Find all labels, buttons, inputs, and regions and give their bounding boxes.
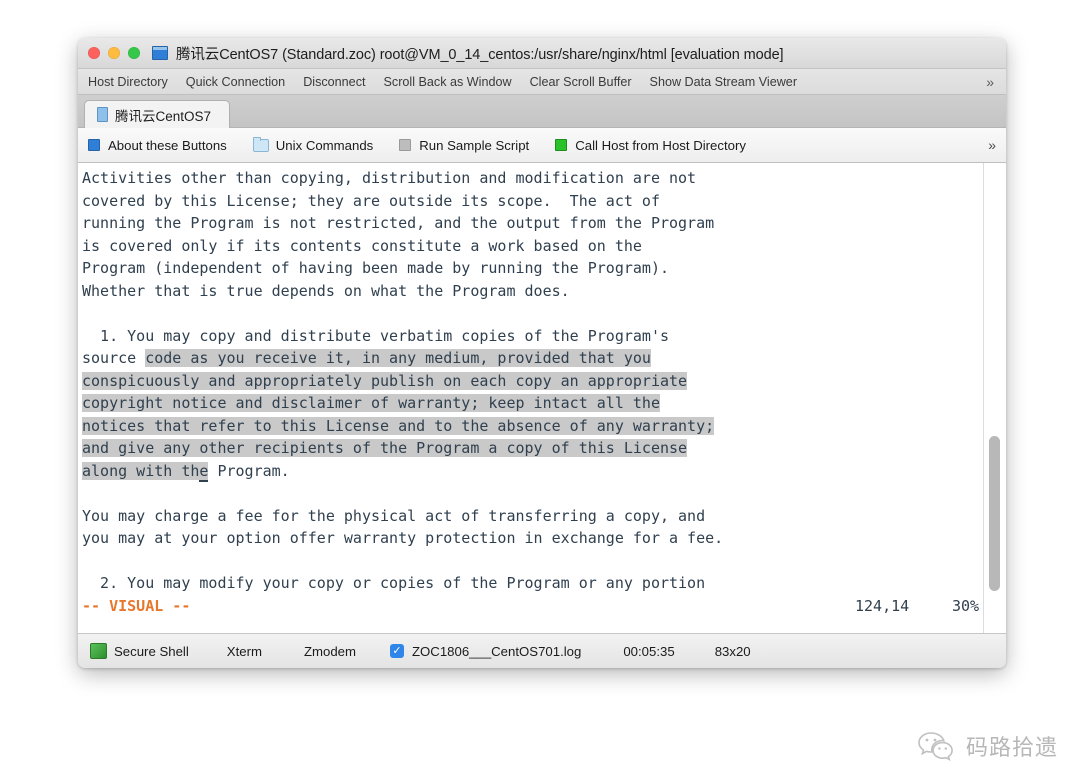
button-label: About these Buttons — [108, 137, 227, 153]
scrollbar-thumb[interactable] — [989, 435, 1000, 591]
green-square-icon — [555, 139, 568, 151]
menu-item-quick-connection[interactable]: Quick Connection — [186, 75, 285, 89]
tab-tencent-centos7[interactable]: 腾讯云CentOS7 — [84, 100, 231, 128]
terminal-line: and give any other recipients of the Pro… — [80, 437, 983, 460]
tab-label: 腾讯云CentOS7 — [115, 108, 212, 124]
terminal-line: Program (independent of having been made… — [80, 257, 983, 280]
terminal-selected-text: conspicuously and appropriately publish … — [82, 371, 688, 390]
terminal-text: Whether that is true depends on what the… — [82, 281, 570, 300]
wechat-icon — [918, 732, 953, 762]
status-elapsed-time: 00:05:35 — [623, 643, 675, 659]
secure-shell-icon — [90, 641, 110, 659]
status-secure-shell[interactable]: Secure Shell — [90, 641, 189, 659]
terminal-text: source — [82, 349, 146, 367]
terminal-selected-text: notices that refer to this License and t… — [82, 416, 715, 435]
terminal-text: Program (independent of having been made… — [82, 259, 669, 277]
menu-bar: Host Directory Quick Connection Disconne… — [78, 69, 1006, 95]
terminal-line: You may charge a fee for the physical ac… — [80, 505, 983, 528]
close-button[interactable] — [88, 47, 100, 59]
vim-cursor-position: 124,14 — [855, 596, 910, 615]
watermark: 码路拾遗 — [917, 730, 1058, 762]
menu-item-host-directory[interactable]: Host Directory — [88, 75, 168, 89]
menu-item-clear-scroll-buffer[interactable]: Clear Scroll Buffer — [530, 75, 632, 89]
blue-square-icon — [88, 139, 100, 151]
gray-square-icon — [399, 139, 412, 151]
zoom-button[interactable] — [128, 47, 140, 59]
terminal-text: You may charge a fee for the physical ac… — [82, 506, 706, 525]
terminal-text: Program. — [208, 461, 290, 480]
button-call-host-from-host-directory[interactable]: Call Host from Host Directory — [555, 138, 746, 153]
window-title: 腾讯云CentOS7 (Standard.zoc) root@VM_0_14_c… — [176, 46, 784, 63]
terminal-scrollbar[interactable] — [983, 163, 1006, 633]
terminal-line: 1. You may copy and distribute verbatim … — [80, 325, 983, 348]
button-overflow-chevron-icon[interactable]: » — [988, 137, 996, 153]
button-label: Call Host from Host Directory — [575, 137, 746, 153]
tab-strip: 腾讯云CentOS7 — [78, 95, 1006, 128]
status-logfile[interactable]: ✓ ZOC1806___CentOS701.log — [389, 643, 582, 659]
minimize-button[interactable] — [108, 47, 120, 59]
terminal-window: 腾讯云CentOS7 (Standard.zoc) root@VM_0_14_c… — [78, 38, 1006, 668]
window-controls — [88, 47, 140, 59]
terminal-text: 1. You may copy and distribute verbatim … — [82, 326, 669, 345]
watermark-text: 码路拾遗 — [965, 736, 1058, 761]
terminal-text: Activities other than copying, distribut… — [82, 169, 697, 187]
terminal-line: is covered only if its contents constitu… — [80, 235, 983, 258]
status-logfile-name: ZOC1806___CentOS701.log — [411, 643, 582, 659]
terminal-text: covered by this License; they are outsid… — [82, 191, 660, 210]
terminal-line: you may at your option offer warranty pr… — [80, 527, 983, 550]
logging-checkbox[interactable]: ✓ — [389, 644, 404, 658]
tab-session-icon — [97, 107, 108, 122]
button-label: Run Sample Script — [419, 137, 530, 153]
terminal-area: Activities other than copying, distribut… — [78, 163, 1006, 634]
menu-overflow-chevron-icon[interactable]: » — [986, 74, 996, 90]
button-unix-commands[interactable]: Unix Commands — [252, 136, 374, 153]
terminal-line: Activities other than copying, distribut… — [80, 167, 983, 190]
terminal-output[interactable]: Activities other than copying, distribut… — [78, 163, 983, 633]
folder-icon — [252, 136, 269, 152]
status-emulation[interactable]: Xterm — [227, 644, 262, 659]
terminal-selected-text: code as you receive it, in any medium, p… — [145, 349, 651, 367]
button-bar: About these Buttons Unix Commands Run Sa… — [78, 128, 1006, 163]
button-label: Unix Commands — [275, 137, 374, 153]
terminal-line: running the Program is not restricted, a… — [80, 212, 983, 235]
status-bar: Secure Shell Xterm Zmodem ✓ ZOC1806___Ce… — [78, 634, 1006, 668]
terminal-text: you may at your option offer warranty pr… — [82, 529, 724, 547]
terminal-line: Whether that is true depends on what the… — [80, 280, 983, 303]
vim-scroll-percent: 30% — [952, 596, 980, 615]
terminal-line: along with the Program. — [80, 460, 983, 483]
terminal-text: 2. You may modify your copy or copies of… — [82, 574, 706, 592]
button-about-these-buttons[interactable]: About these Buttons — [88, 138, 227, 153]
status-shell-label: Secure Shell — [114, 643, 189, 659]
window-app-icon — [152, 46, 168, 60]
terminal-line: source code as you receive it, in any me… — [80, 347, 983, 370]
menu-item-scroll-back-as-window[interactable]: Scroll Back as Window — [384, 75, 512, 89]
vim-mode-indicator: -- VISUAL -- — [82, 596, 191, 615]
terminal-selected-text: copyright notice and disclaimer of warra… — [82, 394, 660, 412]
menu-item-disconnect[interactable]: Disconnect — [303, 75, 365, 89]
vim-status-line: -- VISUAL -- 124,14 30% — [80, 595, 983, 618]
status-terminal-size: 83x20 — [714, 643, 751, 659]
terminal-text: is covered only if its contents constitu… — [82, 236, 642, 255]
terminal-line: conspicuously and appropriately publish … — [80, 370, 983, 393]
terminal-text: running the Program is not restricted, a… — [82, 214, 715, 232]
terminal-selected-text: along with th — [82, 461, 200, 480]
menu-item-show-data-stream-viewer[interactable]: Show Data Stream Viewer — [650, 75, 797, 89]
terminal-line: copyright notice and disclaimer of warra… — [80, 392, 983, 415]
terminal-line: covered by this License; they are outsid… — [80, 190, 983, 213]
terminal-selected-text: and give any other recipients of the Pro… — [82, 439, 688, 457]
status-transfer-protocol[interactable]: Zmodem — [304, 644, 356, 659]
terminal-line: notices that refer to this License and t… — [80, 415, 983, 438]
terminal-line: 2. You may modify your copy or copies of… — [80, 572, 983, 595]
button-run-sample-script[interactable]: Run Sample Script — [399, 138, 529, 153]
title-bar: 腾讯云CentOS7 (Standard.zoc) root@VM_0_14_c… — [78, 38, 1006, 69]
